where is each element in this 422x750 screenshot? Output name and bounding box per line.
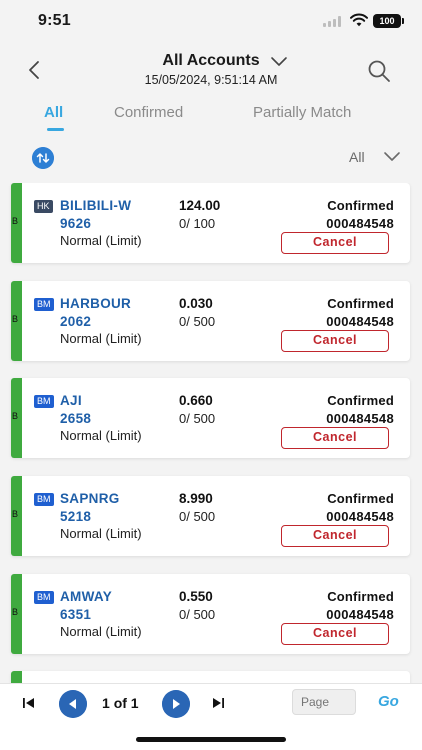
status-bar: 9:51 100 (0, 0, 422, 42)
order-price: 0.550 (179, 589, 213, 604)
order-card[interactable]: B HK BILIBILI-W 9626 Normal (Limit) 124.… (11, 183, 410, 263)
order-number: 000484548 (326, 314, 394, 329)
search-icon[interactable] (366, 58, 392, 84)
order-card[interactable]: B BM AJI 2658 Normal (Limit) 0.660 0/ 50… (11, 378, 410, 458)
buy-indicator-strip (11, 671, 22, 683)
order-type: Normal (Limit) (60, 624, 142, 639)
stock-code: 6351 (60, 607, 92, 622)
order-side: B (12, 314, 19, 324)
order-status: Confirmed (327, 198, 394, 213)
status-time: 9:51 (38, 12, 71, 29)
stock-name: BILIBILI-W (60, 198, 132, 213)
order-status: Confirmed (327, 393, 394, 408)
previous-page-icon[interactable] (59, 690, 87, 718)
order-type: Normal (Limit) (60, 428, 142, 443)
filter-select[interactable]: All (349, 149, 365, 165)
battery-icon: 100 (373, 14, 404, 28)
order-price: 124.00 (179, 198, 221, 213)
order-side: B (12, 509, 19, 519)
tab-partially-match[interactable]: Partially Match (253, 104, 351, 121)
chevron-down-icon[interactable] (383, 151, 401, 163)
order-quantity: 0/ 100 (179, 216, 216, 231)
stock-code: 2062 (60, 314, 92, 329)
cellular-signal-icon (323, 16, 341, 27)
order-number: 000484548 (326, 607, 394, 622)
home-indicator[interactable] (136, 737, 286, 742)
page-number-input[interactable] (292, 689, 356, 715)
market-badge: HK (34, 200, 53, 213)
order-card[interactable]: B BM HARBOUR 2062 Normal (Limit) 0.030 0… (11, 281, 410, 361)
order-number: 000484548 (326, 509, 394, 524)
go-button[interactable]: Go (378, 693, 399, 710)
page-timestamp: 15/05/2024, 9:51:14 AM (144, 73, 278, 87)
order-card[interactable]: B BM SAPNRG 5218 Normal (Limit) 8.990 0/… (11, 476, 410, 556)
order-list: B HK BILIBILI-W 9626 Normal (Limit) 124.… (0, 183, 422, 683)
tab-all[interactable]: All (44, 104, 63, 121)
cancel-button[interactable]: Cancel (281, 427, 389, 449)
cancel-button[interactable]: Cancel (281, 330, 389, 352)
order-quantity: 0/ 500 (179, 509, 216, 524)
filter-row: All (0, 145, 422, 169)
stock-name: AJI (60, 393, 82, 408)
total-pages: 1 (130, 695, 139, 711)
order-card[interactable] (11, 671, 410, 683)
page-of-label: of (113, 695, 127, 711)
market-badge: BM (34, 395, 54, 408)
tab-active-indicator (47, 128, 64, 131)
wifi-icon (350, 13, 368, 27)
page-indicator: 1 of 1 (102, 695, 139, 711)
order-side: B (12, 216, 19, 226)
order-quantity: 0/ 500 (179, 411, 216, 426)
first-page-icon[interactable] (20, 694, 38, 712)
order-status: Confirmed (327, 491, 394, 506)
order-type: Normal (Limit) (60, 233, 142, 248)
tab-confirmed[interactable]: Confirmed (114, 104, 183, 121)
page-title[interactable]: All Accounts (0, 52, 422, 70)
order-quantity: 0/ 500 (179, 314, 216, 329)
current-page: 1 (102, 695, 110, 711)
cancel-button[interactable]: Cancel (281, 232, 389, 254)
order-type: Normal (Limit) (60, 331, 142, 346)
market-badge: BM (34, 298, 54, 311)
order-status: Confirmed (327, 296, 394, 311)
cancel-button[interactable]: Cancel (281, 623, 389, 645)
order-price: 0.660 (179, 393, 213, 408)
tab-bar: All Confirmed Partially Match (0, 100, 422, 134)
chevron-down-icon[interactable] (270, 55, 288, 69)
next-page-icon[interactable] (162, 690, 190, 718)
order-number: 000484548 (326, 411, 394, 426)
order-type: Normal (Limit) (60, 526, 142, 541)
header: All Accounts 15/05/2024, 9:51:14 AM (0, 42, 422, 92)
market-badge: BM (34, 591, 54, 604)
cancel-button[interactable]: Cancel (281, 525, 389, 547)
order-side: B (12, 607, 19, 617)
order-number: 000484548 (326, 216, 394, 231)
order-card[interactable]: B BM AMWAY 6351 Normal (Limit) 0.550 0/ … (11, 574, 410, 654)
order-quantity: 0/ 500 (179, 607, 216, 622)
stock-name: AMWAY (60, 589, 113, 604)
stock-code: 9626 (60, 216, 92, 231)
order-status: Confirmed (327, 589, 394, 604)
order-side: B (12, 411, 19, 421)
stock-code: 2658 (60, 411, 92, 426)
order-price: 0.030 (179, 296, 213, 311)
stock-code: 5218 (60, 509, 92, 524)
sort-arrows-icon[interactable] (32, 147, 54, 169)
stock-name: HARBOUR (60, 296, 132, 311)
last-page-icon[interactable] (209, 694, 227, 712)
market-badge: BM (34, 493, 54, 506)
home-indicator-area (0, 721, 422, 750)
order-price: 8.990 (179, 491, 213, 506)
stock-name: SAPNRG (60, 491, 120, 506)
pagination-bar: 1 of 1 Go (0, 683, 422, 721)
